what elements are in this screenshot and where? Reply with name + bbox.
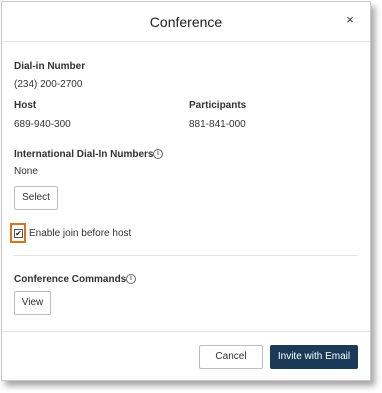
dialog-header: Conference × — [2, 2, 370, 42]
participants-label: Participants — [189, 100, 247, 111]
dial-in-value: (234) 200-2700 — [14, 79, 83, 90]
host-value: 689-940-300 — [14, 119, 71, 130]
close-icon[interactable]: × — [344, 13, 356, 27]
info-icon[interactable]: i — [126, 274, 136, 284]
join-before-host-checkbox[interactable]: ✔ — [14, 229, 23, 238]
participants-value: 881-841-000 — [189, 119, 246, 130]
footer-divider — [2, 331, 370, 332]
info-icon[interactable]: i — [153, 149, 163, 159]
invite-with-email-button[interactable]: Invite with Email — [270, 345, 358, 369]
international-value: None — [14, 166, 38, 177]
dial-in-label: Dial-in Number — [14, 61, 86, 72]
conference-dialog: Conference × Dial-in Number (234) 200-27… — [1, 1, 371, 381]
cancel-button[interactable]: Cancel — [199, 345, 263, 369]
view-button[interactable]: View — [14, 291, 51, 315]
host-label: Host — [14, 100, 37, 111]
international-label: International Dial-In Numbers — [14, 149, 154, 160]
conference-commands-label: Conference Commands — [14, 274, 127, 285]
dialog-title: Conference — [149, 14, 223, 30]
join-before-host-label[interactable]: Enable join before host — [29, 228, 131, 239]
join-before-host-highlight: ✔ — [10, 223, 26, 243]
select-button[interactable]: Select — [14, 186, 58, 210]
section-divider — [14, 255, 358, 256]
